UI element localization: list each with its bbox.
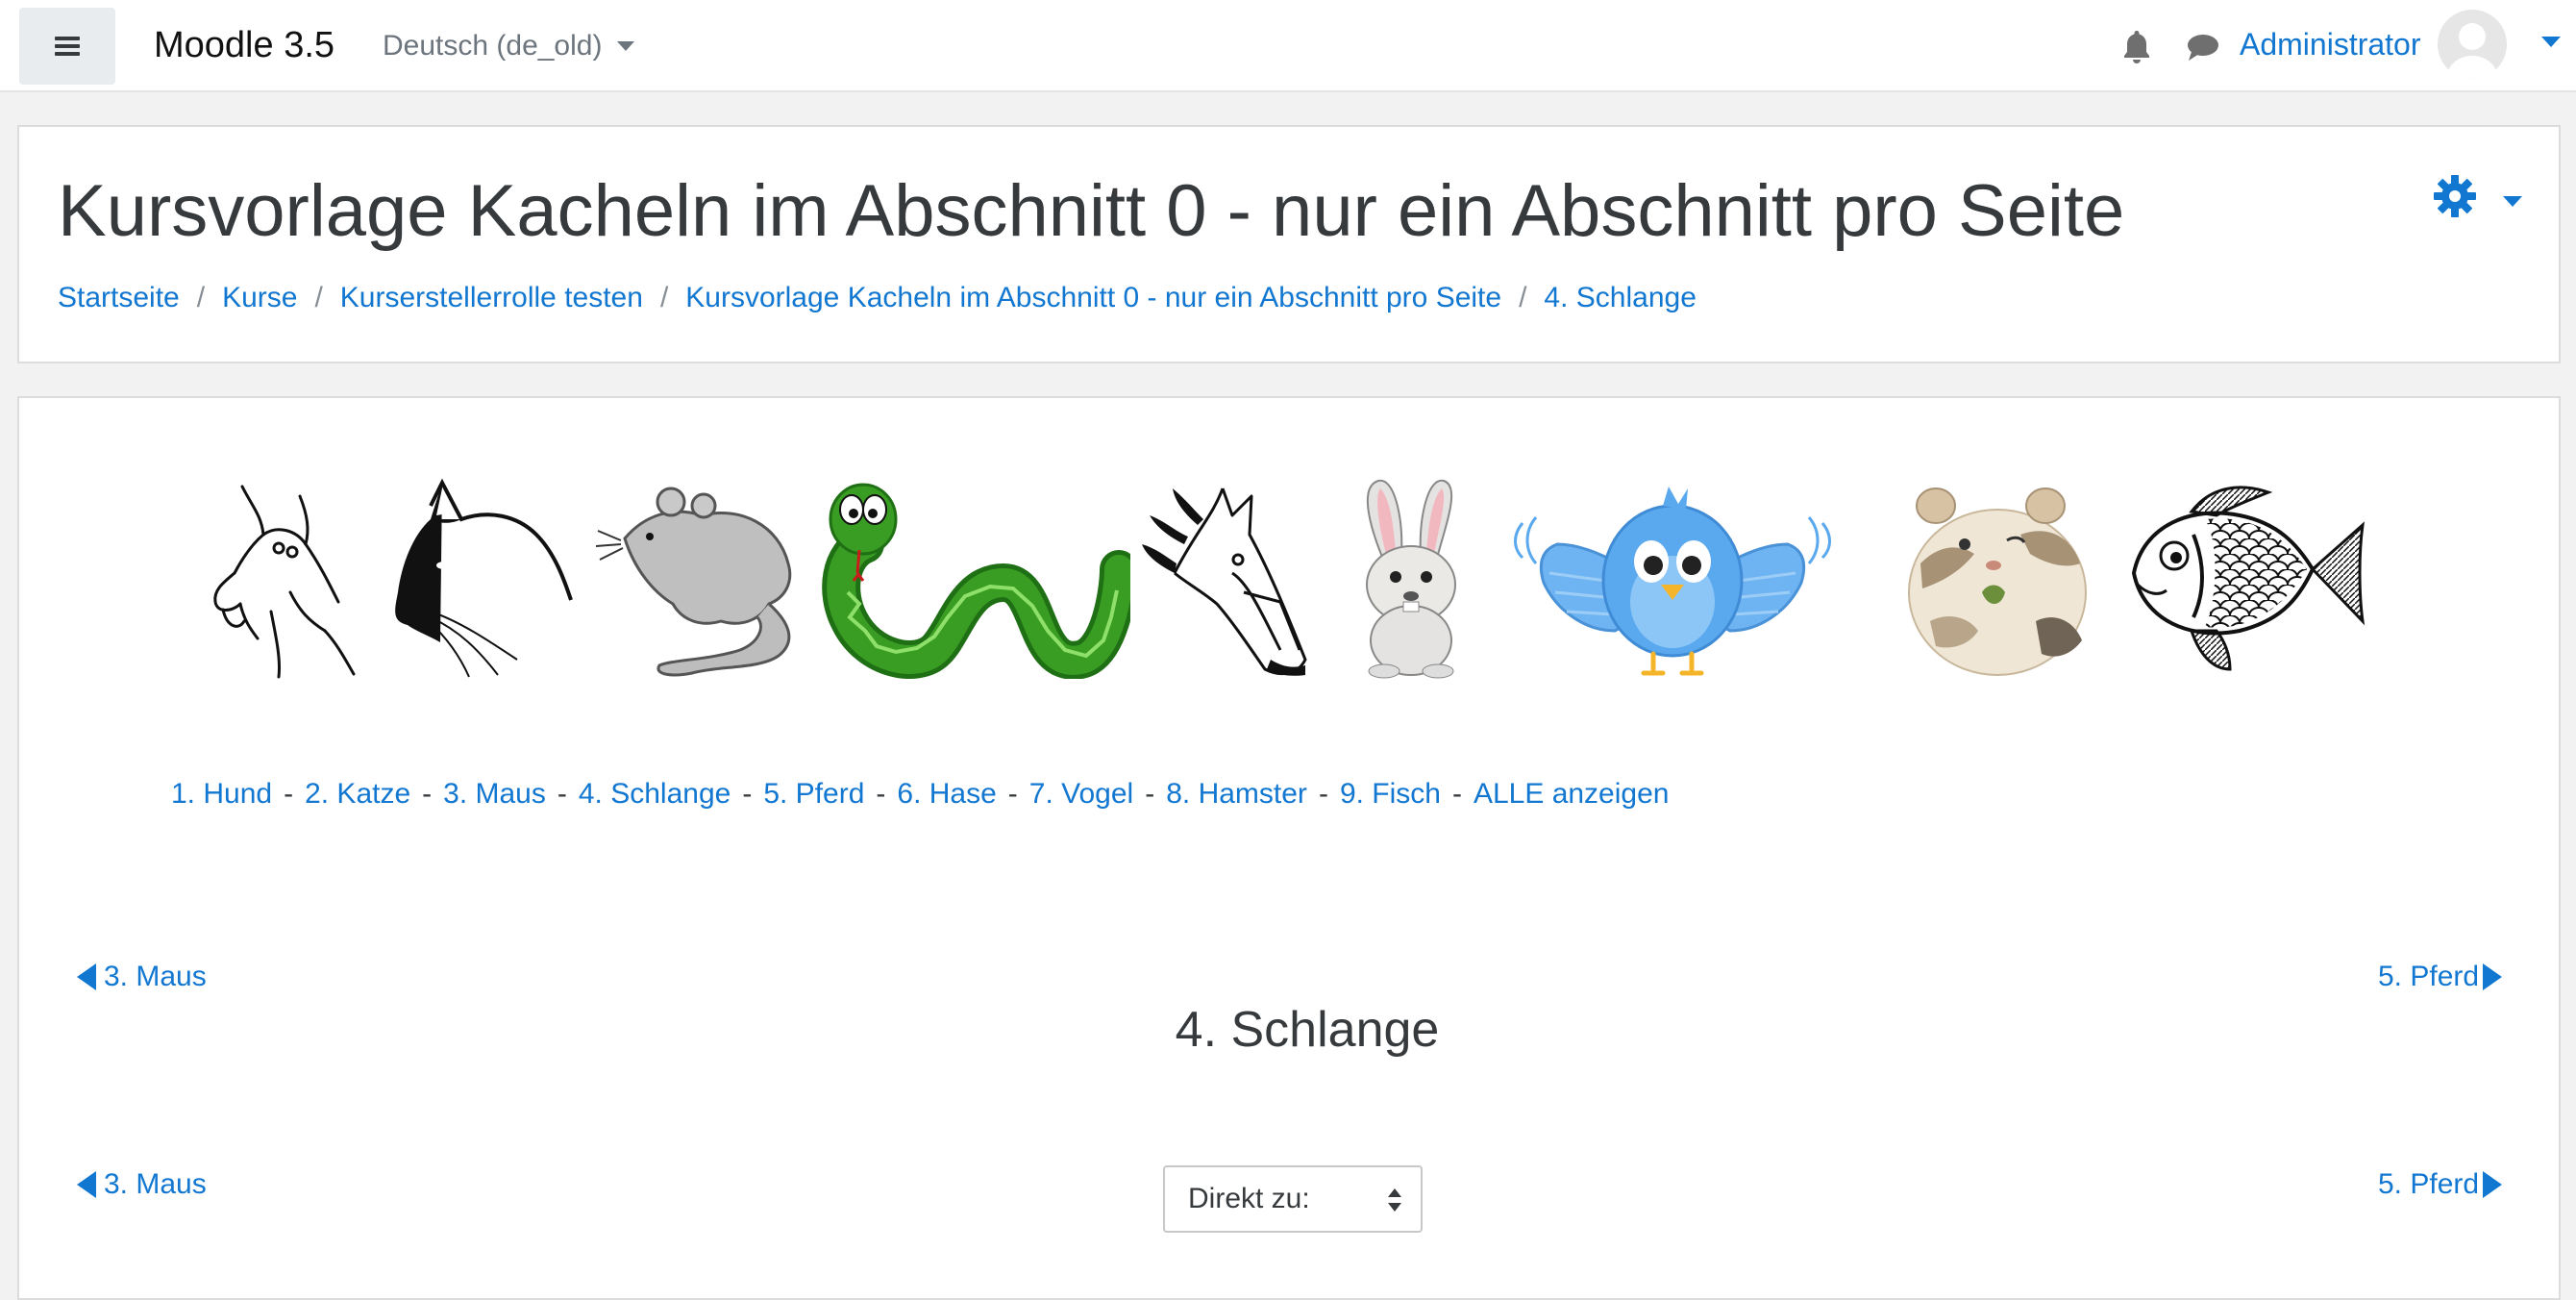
breadcrumb-courses[interactable]: Kurse xyxy=(222,279,297,317)
page-header: Kursvorlage Kacheln im Abschnitt 0 - nur… xyxy=(17,125,2561,363)
show-all-link[interactable]: ALLE anzeigen xyxy=(1474,778,1670,810)
tile-snake[interactable] xyxy=(821,477,1130,679)
link-separator: - xyxy=(422,778,433,810)
section-link[interactable]: 5. Pferd xyxy=(763,778,864,810)
settings-chevron-down-icon[interactable] xyxy=(2503,196,2522,207)
section-link[interactable]: 6. Hase xyxy=(897,778,996,810)
jump-to-select[interactable]: Direkt zu: xyxy=(1163,1165,1423,1233)
tile-mouse[interactable] xyxy=(596,477,804,679)
tile-bird[interactable] xyxy=(1499,477,1845,679)
page-title: Kursvorlage Kacheln im Abschnitt 0 - nur… xyxy=(58,170,2125,252)
site-name[interactable]: Moodle 3.5 xyxy=(154,21,334,69)
link-separator: - xyxy=(1318,778,1328,810)
gear-icon[interactable] xyxy=(2434,175,2476,217)
tile-fish[interactable] xyxy=(2124,477,2370,679)
hamster-image xyxy=(1908,488,2087,676)
dog-image xyxy=(213,485,356,679)
select-arrows-icon xyxy=(1388,1188,1401,1212)
previous-section-link-bottom[interactable]: 3. Maus xyxy=(77,1165,207,1204)
link-separator: - xyxy=(742,778,753,810)
section-link[interactable]: 1. Hund xyxy=(171,778,272,810)
link-separator: - xyxy=(876,778,886,810)
tile-cat[interactable] xyxy=(373,477,575,679)
course-content: 1. Hund -2. Katze -3. Maus -4. Schlange -5. … xyxy=(17,396,2561,1300)
link-separator: - xyxy=(284,778,294,810)
horse-image xyxy=(1142,488,1307,676)
section-link[interactable]: 4. Schlange xyxy=(579,778,731,810)
user-avatar-icon xyxy=(2447,23,2497,79)
previous-section-label: 3. Maus xyxy=(104,961,207,992)
breadcrumb-separator: / xyxy=(1519,282,1527,313)
section-link[interactable]: 7. Vogel xyxy=(1029,778,1133,810)
next-section-label: 5. Pferd xyxy=(2378,961,2480,992)
arrow-left-icon xyxy=(77,963,96,990)
hamburger-icon xyxy=(55,37,80,56)
language-label: Deutsch (de_old) xyxy=(383,30,603,62)
bell-icon[interactable] xyxy=(2120,29,2153,63)
breadcrumb-separator: / xyxy=(314,282,323,313)
jump-to-label: Direkt zu: xyxy=(1188,1183,1310,1214)
breadcrumb: Startseite / Kurse / Kurserstellerrolle … xyxy=(58,279,1697,317)
breadcrumb-category[interactable]: Kurserstellerrolle testen xyxy=(340,279,643,317)
arrow-right-icon xyxy=(2483,963,2503,990)
previous-section-link[interactable]: 3. Maus xyxy=(77,958,207,996)
mouse-image xyxy=(596,487,792,677)
next-section-link[interactable]: 5. Pferd xyxy=(2378,958,2503,996)
tile-hamster[interactable] xyxy=(1901,477,2093,679)
section-link[interactable]: 8. Hamster xyxy=(1166,778,1307,810)
cat-image xyxy=(395,478,573,678)
section-link[interactable]: 3. Maus xyxy=(443,778,546,810)
tile-horse[interactable] xyxy=(1136,477,1317,679)
previous-section-label: 3. Maus xyxy=(104,1168,207,1200)
section-link[interactable]: 2. Katze xyxy=(305,778,410,810)
menu-toggle-button[interactable] xyxy=(19,8,115,85)
top-navbar: Moodle 3.5 Deutsch (de_old) Administrato… xyxy=(0,0,2576,92)
tile-rabbit[interactable] xyxy=(1340,477,1482,679)
language-menu[interactable]: Deutsch (de_old) xyxy=(383,27,635,65)
section-title: 4. Schlange xyxy=(1175,1002,1440,1058)
link-separator: - xyxy=(557,778,567,810)
chat-icon[interactable] xyxy=(2186,33,2220,62)
next-section-label: 5. Pferd xyxy=(2378,1168,2480,1200)
breadcrumb-home[interactable]: Startseite xyxy=(58,279,180,317)
rabbit-image xyxy=(1366,479,1456,679)
section-link[interactable]: 9. Fisch xyxy=(1340,778,1441,810)
link-separator: - xyxy=(1451,778,1462,810)
user-menu-chevron-icon[interactable] xyxy=(2541,37,2561,47)
section-links: 1. Hund -2. Katze -3. Maus -4. Schlange -5. … xyxy=(171,775,1669,813)
tile-dog[interactable] xyxy=(185,477,361,679)
bird-image xyxy=(1514,487,1831,676)
arrow-right-icon xyxy=(2483,1171,2503,1198)
breadcrumb-course[interactable]: Kursvorlage Kacheln im Abschnitt 0 - nur… xyxy=(685,279,1501,317)
link-separator: - xyxy=(1145,778,1155,810)
link-separator: - xyxy=(1007,778,1018,810)
next-section-link-bottom[interactable]: 5. Pferd xyxy=(2378,1165,2503,1204)
user-menu-name[interactable]: Administrator xyxy=(2240,23,2421,65)
breadcrumb-section[interactable]: 4. Schlange xyxy=(1544,279,1696,317)
arrow-left-icon xyxy=(77,1171,96,1198)
chevron-down-icon xyxy=(617,41,635,51)
snake-image xyxy=(822,483,1130,679)
fish-image xyxy=(2131,486,2365,671)
breadcrumb-separator: / xyxy=(659,282,669,313)
avatar[interactable] xyxy=(2438,10,2507,79)
breadcrumb-separator: / xyxy=(196,282,206,313)
